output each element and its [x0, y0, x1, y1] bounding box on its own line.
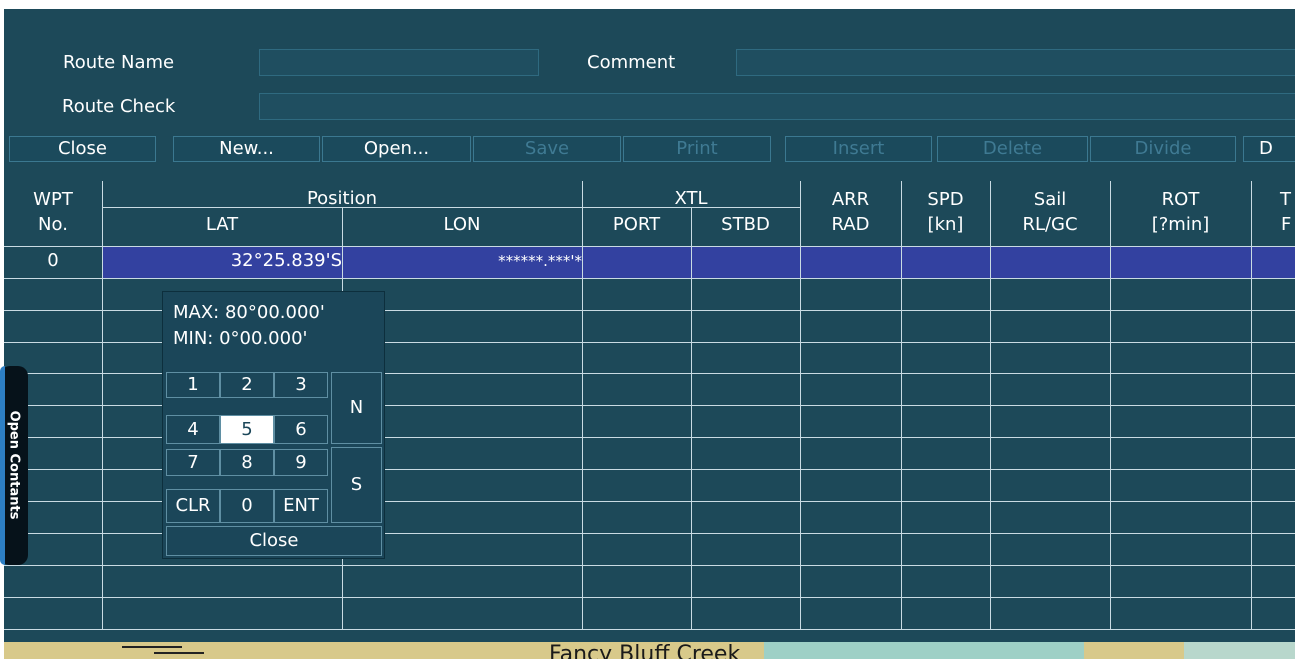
- header-stbd: STBD: [721, 214, 770, 235]
- grid-line: [582, 181, 583, 629]
- key-0[interactable]: 0: [220, 489, 274, 523]
- grid-line: [800, 181, 801, 629]
- key-9[interactable]: 9: [274, 449, 328, 476]
- header-spd: SPD: [927, 189, 964, 210]
- chart-map-background: Fancy Bluff Creek: [4, 642, 1295, 659]
- keypad-min-label: MIN: 0°00.000': [173, 328, 308, 349]
- open-contants-label: Open Contants: [6, 410, 22, 520]
- header-rlgc: RL/GC: [1022, 214, 1078, 235]
- open-contants-tab[interactable]: Open Contants: [0, 366, 28, 565]
- route-check-label: Route Check: [62, 96, 176, 117]
- key-5[interactable]: 5: [220, 415, 274, 444]
- keypad-max-label: MAX: 80°00.000': [173, 302, 325, 323]
- key-clr[interactable]: CLR: [166, 489, 220, 523]
- grid-line: [4, 565, 1295, 566]
- header-rad: RAD: [831, 214, 870, 235]
- row-0-lon[interactable]: ******.***'*: [342, 252, 582, 270]
- key-2[interactable]: 2: [220, 372, 274, 398]
- grid-line: [1110, 181, 1111, 629]
- map-water: [764, 642, 1084, 659]
- key-7[interactable]: 7: [166, 449, 220, 476]
- grid-line: [102, 181, 103, 629]
- grid-line: [4, 629, 1295, 630]
- comment-field[interactable]: [736, 49, 1295, 76]
- header-xtl: XTL: [674, 188, 708, 209]
- drawer-handle-icon: [0, 366, 5, 565]
- grid-line: [691, 207, 692, 629]
- row-0-no[interactable]: 0: [4, 250, 102, 271]
- key-1[interactable]: 1: [166, 372, 220, 398]
- grid-line: [990, 181, 991, 629]
- header-wpt: WPT: [33, 189, 73, 210]
- divide-button: Divide: [1090, 136, 1236, 162]
- grid-line: [901, 181, 902, 629]
- map-coastline: [122, 646, 182, 648]
- key-8[interactable]: 8: [220, 449, 274, 476]
- route-check-field: [259, 93, 1295, 120]
- route-name-label: Route Name: [63, 52, 175, 73]
- header-sail: Sail: [1033, 189, 1067, 210]
- key-3[interactable]: 3: [274, 372, 328, 398]
- grid-line: [4, 278, 1295, 279]
- key-ent[interactable]: ENT: [274, 489, 328, 523]
- header-arr: ARR: [831, 189, 870, 210]
- map-place-name: Fancy Bluff Creek: [549, 642, 741, 659]
- header-rot: ROT: [1161, 189, 1200, 210]
- row-0-lat[interactable]: 32°25.839'S: [102, 250, 342, 271]
- header-min: [?min]: [1151, 214, 1210, 235]
- map-coastline: [154, 652, 204, 654]
- map-water: [1184, 642, 1295, 659]
- more-button[interactable]: D: [1243, 136, 1295, 162]
- key-6[interactable]: 6: [274, 415, 328, 444]
- open-button[interactable]: Open...: [322, 136, 471, 162]
- key-4[interactable]: 4: [166, 415, 220, 444]
- header-kn: [kn]: [927, 214, 964, 235]
- header-port: PORT: [612, 214, 661, 235]
- print-button: Print: [623, 136, 771, 162]
- keypad-close-button[interactable]: Close: [166, 526, 382, 556]
- grid-line: [1251, 181, 1252, 629]
- header-position: Position: [306, 188, 378, 209]
- new-button[interactable]: New...: [173, 136, 320, 162]
- delete-button: Delete: [937, 136, 1088, 162]
- close-button[interactable]: Close: [9, 136, 156, 162]
- header-extra-top: T: [1280, 189, 1291, 210]
- route-editor-window: Route Name Comment Route Check Close New…: [4, 9, 1295, 642]
- key-south[interactable]: S: [331, 447, 382, 523]
- route-name-field[interactable]: [259, 49, 539, 76]
- insert-button: Insert: [785, 136, 932, 162]
- save-button: Save: [473, 136, 621, 162]
- header-no: No.: [38, 214, 68, 235]
- header-lon: LON: [443, 214, 481, 235]
- grid-line: [4, 597, 1295, 598]
- header-extra-bottom: F: [1281, 214, 1292, 235]
- header-lat: LAT: [205, 214, 239, 235]
- grid-line: [4, 246, 1295, 247]
- key-north[interactable]: N: [331, 372, 382, 444]
- numeric-keypad-popup: MAX: 80°00.000' MIN: 0°00.000' 1 2 3 N 4…: [162, 291, 385, 559]
- comment-label: Comment: [587, 52, 676, 73]
